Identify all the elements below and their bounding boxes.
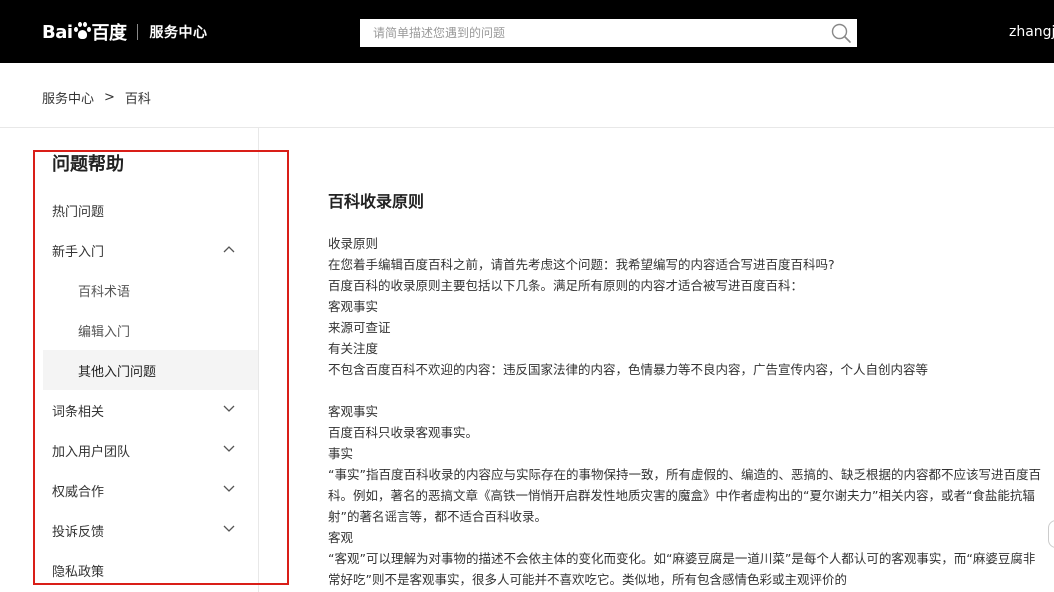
baidu-logo[interactable]: Bai 百度 服务中心 bbox=[42, 18, 208, 46]
sidebar-item-editing-intro[interactable]: 编辑入门 bbox=[43, 310, 258, 350]
logo-divider bbox=[136, 24, 138, 40]
chevron-down-icon[interactable] bbox=[223, 405, 235, 413]
sidebar: 问题帮助 热门问题 新手入门 百科术语 编辑入门 其他入门问题 词条相关 加入用… bbox=[0, 128, 258, 592]
article-line: 百度百科只收录客观事实。 bbox=[328, 425, 479, 440]
chevron-down-icon[interactable] bbox=[223, 485, 235, 493]
sidebar-item-label: 权威合作 bbox=[52, 484, 105, 500]
sidebar-divider bbox=[258, 128, 259, 592]
sidebar-item-label: 新手入门 bbox=[52, 244, 105, 260]
sidebar-item-label: 词条相关 bbox=[52, 404, 105, 420]
chevron-down-icon[interactable] bbox=[223, 445, 235, 453]
article-line: 客观事实 bbox=[328, 404, 379, 419]
article-line: 百度百科的收录原则主要包括以下几条。满足所有原则的内容才适合被写进百度百科： bbox=[328, 278, 804, 293]
logo-wordmark: Bai 百度 bbox=[42, 21, 127, 45]
sidebar-item-privacy[interactable]: 隐私政策 bbox=[43, 550, 258, 590]
search-input[interactable] bbox=[360, 19, 820, 47]
article-title: 百科收录原则 bbox=[328, 192, 425, 211]
breadcrumb-separator: > bbox=[104, 90, 115, 105]
sidebar-item-join-team[interactable]: 加入用户团队 bbox=[43, 430, 258, 470]
article-paragraph: “客观”可以理解为对事物的描述不会依主体的变化而变化。如“麻婆豆腐是一道川菜”是… bbox=[328, 551, 1036, 587]
sidebar-item-label: 热门问题 bbox=[52, 204, 105, 220]
sidebar-item-terminology[interactable]: 百科术语 bbox=[43, 270, 258, 310]
search-icon[interactable] bbox=[830, 22, 852, 44]
breadcrumb: 服务中心 > 百科 bbox=[42, 88, 151, 107]
article-paragraph: “事实”指百度百科收录的内容应与实际存在的事物保持一致，所有虚假的、编造的、恶搞… bbox=[328, 467, 1041, 524]
sidebar-item-other-intro[interactable]: 其他入门问题 bbox=[43, 350, 258, 390]
breadcrumb-current[interactable]: 百科 bbox=[125, 88, 151, 107]
sidebar-item-label: 隐私政策 bbox=[52, 564, 105, 580]
sidebar-item-label: 加入用户团队 bbox=[52, 444, 131, 460]
chevron-down-icon[interactable] bbox=[223, 525, 235, 533]
article-block-objective-facts: 客观事实 百度百科只收录客观事实。 事实 “事实”指百度百科收录的内容应与实际存… bbox=[328, 401, 1046, 590]
sidebar-item-label: 百科术语 bbox=[78, 284, 131, 300]
article-line: 来源可查证 bbox=[328, 320, 391, 335]
article-block-principles: 收录原则 在您着手编辑百度百科之前，请首先考虑这个问题：我希望编写的内容适合写进… bbox=[328, 233, 1046, 380]
sidebar-item-label: 投诉反馈 bbox=[52, 524, 105, 540]
article-line: 客观 bbox=[328, 530, 354, 545]
sidebar-item-hot-questions[interactable]: 热门问题 bbox=[43, 190, 258, 230]
sidebar-item-label: 其他入门问题 bbox=[78, 364, 157, 380]
article-line: 不包含百度百科不欢迎的内容：违反国家法律的内容，色情暴力等不良内容，广告宣传内容… bbox=[328, 362, 929, 377]
sidebar-item-label: 编辑入门 bbox=[78, 324, 131, 340]
top-header: Bai 百度 服务中心 zhangj bbox=[0, 0, 1054, 63]
sidebar-item-beginner[interactable]: 新手入门 bbox=[43, 230, 258, 270]
sidebar-item-complaints[interactable]: 投诉反馈 bbox=[43, 510, 258, 550]
breadcrumb-home[interactable]: 服务中心 bbox=[42, 88, 94, 107]
sidebar-item-authority[interactable]: 权威合作 bbox=[43, 470, 258, 510]
sidebar-title: 问题帮助 bbox=[52, 154, 124, 175]
chevron-up-icon[interactable] bbox=[223, 245, 235, 253]
article-line: 收录原则 bbox=[328, 236, 379, 251]
article-line: 事实 bbox=[328, 446, 354, 461]
search-box bbox=[360, 19, 857, 47]
article-line: 有关注度 bbox=[328, 341, 379, 356]
article-line: 在您着手编辑百度百科之前，请首先考虑这个问题：我希望编写的内容适合写进百度百科吗… bbox=[328, 257, 835, 272]
article-line: 客观事实 bbox=[328, 299, 379, 314]
sidebar-item-entries[interactable]: 词条相关 bbox=[43, 390, 258, 430]
logo-subtitle: 服务中心 bbox=[149, 25, 208, 41]
side-float-button[interactable] bbox=[1048, 520, 1054, 548]
user-name[interactable]: zhangj bbox=[1009, 24, 1054, 40]
paw-icon bbox=[73, 22, 91, 40]
